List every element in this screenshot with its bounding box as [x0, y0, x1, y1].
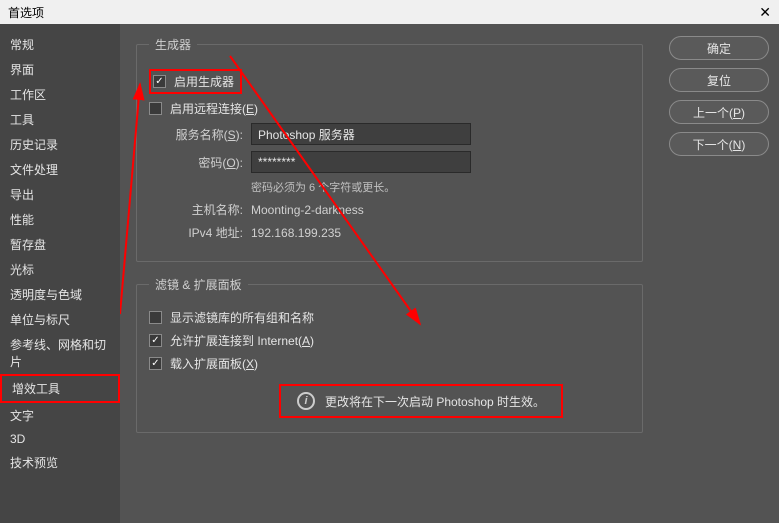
host-value: Moonting-2-darkness	[251, 203, 364, 217]
service-name-input[interactable]	[251, 123, 471, 145]
service-name-label: 服务名称(S):	[149, 126, 243, 143]
sidebar-item-plugins[interactable]: 增效工具	[0, 374, 120, 403]
sidebar-item-scratch[interactable]: 暂存盘	[0, 232, 120, 257]
button-column: 确定 复位 上一个(P) 下一个(N)	[659, 24, 779, 523]
main-panel: 生成器 启用生成器 启用远程连接(E) 服务名称(S): 密码(O): 密码必须…	[120, 24, 659, 523]
show-all-filters-checkbox[interactable]	[149, 311, 162, 324]
password-label: 密码(O):	[149, 154, 243, 171]
sidebar-item-filehandling[interactable]: 文件处理	[0, 157, 120, 182]
sidebar-item-units[interactable]: 单位与标尺	[0, 307, 120, 332]
filters-legend: 滤镜 & 扩展面板	[149, 276, 248, 293]
sidebar-item-performance[interactable]: 性能	[0, 207, 120, 232]
load-extension-panels-label: 载入扩展面板(X)	[170, 355, 258, 372]
show-all-filters-label: 显示滤镜库的所有组和名称	[170, 309, 314, 326]
ip-value: 192.168.199.235	[251, 226, 341, 240]
remote-connection-label: 启用远程连接(E)	[170, 100, 258, 117]
ok-button[interactable]: 确定	[669, 36, 769, 60]
sidebar-item-export[interactable]: 导出	[0, 182, 120, 207]
sidebar-item-history[interactable]: 历史记录	[0, 132, 120, 157]
reset-button[interactable]: 复位	[669, 68, 769, 92]
prev-button[interactable]: 上一个(P)	[669, 100, 769, 124]
filters-group: 滤镜 & 扩展面板 显示滤镜库的所有组和名称 允许扩展连接到 Internet(…	[136, 276, 643, 433]
sidebar-item-general[interactable]: 常规	[0, 32, 120, 57]
restart-notice: i 更改将在下一次启动 Photoshop 时生效。	[279, 384, 563, 418]
restart-notice-text: 更改将在下一次启动 Photoshop 时生效。	[325, 393, 545, 410]
allow-extensions-internet-checkbox[interactable]	[149, 334, 162, 347]
password-input[interactable]	[251, 151, 471, 173]
ip-label: IPv4 地址:	[149, 224, 243, 241]
sidebar-item-guides[interactable]: 参考线、网格和切片	[0, 332, 120, 374]
password-hint: 密码必须为 6 个字符或更长。	[251, 179, 630, 195]
close-icon[interactable]: ✕	[759, 4, 771, 21]
load-extension-panels-checkbox[interactable]	[149, 357, 162, 370]
remote-connection-checkbox[interactable]	[149, 102, 162, 115]
sidebar-item-interface[interactable]: 界面	[0, 57, 120, 82]
sidebar-item-3d[interactable]: 3D	[0, 428, 120, 450]
host-label: 主机名称:	[149, 201, 243, 218]
window-title: 首选项	[8, 4, 44, 21]
generator-group: 生成器 启用生成器 启用远程连接(E) 服务名称(S): 密码(O): 密码必须…	[136, 36, 643, 262]
sidebar-item-type[interactable]: 文字	[0, 403, 120, 428]
sidebar-item-techpreview[interactable]: 技术预览	[0, 450, 120, 475]
enable-generator-label: 启用生成器	[174, 73, 234, 90]
next-button[interactable]: 下一个(N)	[669, 132, 769, 156]
info-icon: i	[297, 392, 315, 410]
enable-generator-checkbox[interactable]	[153, 75, 166, 88]
sidebar-item-tools[interactable]: 工具	[0, 107, 120, 132]
titlebar: 首选项 ✕	[0, 0, 779, 24]
sidebar-item-workspace[interactable]: 工作区	[0, 82, 120, 107]
sidebar: 常规 界面 工作区 工具 历史记录 文件处理 导出 性能 暂存盘 光标 透明度与…	[0, 24, 120, 523]
generator-legend: 生成器	[149, 36, 197, 53]
sidebar-item-cursors[interactable]: 光标	[0, 257, 120, 282]
sidebar-item-transparency[interactable]: 透明度与色域	[0, 282, 120, 307]
allow-extensions-internet-label: 允许扩展连接到 Internet(A)	[170, 332, 314, 349]
